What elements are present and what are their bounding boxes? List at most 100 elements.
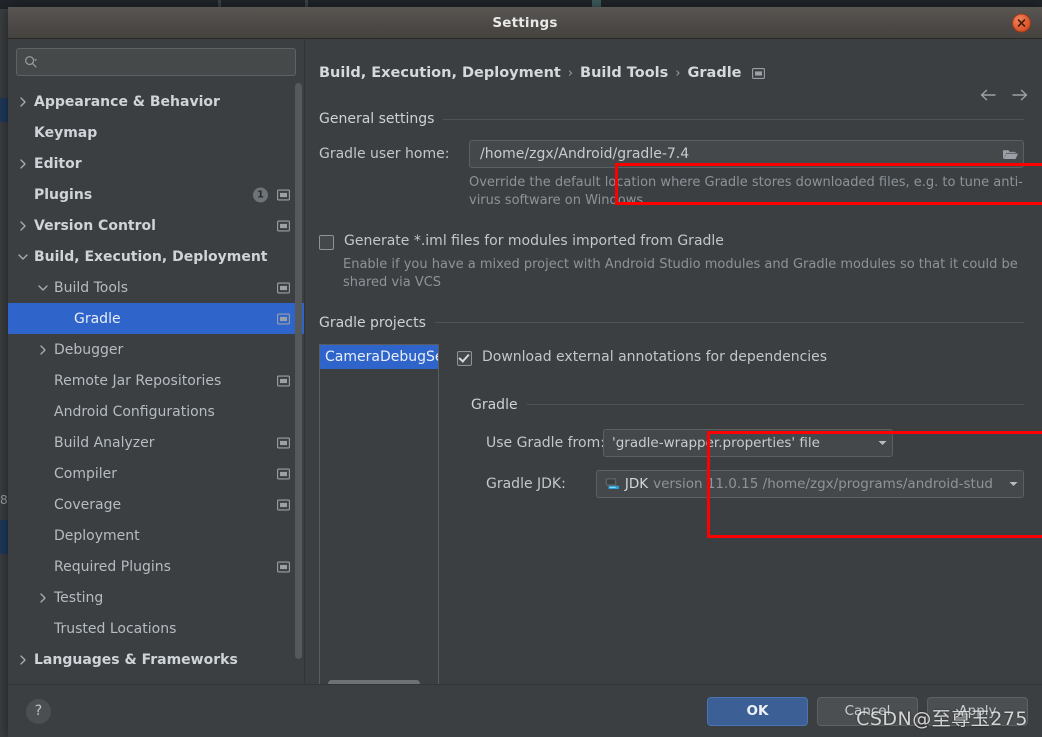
chevron-right-icon[interactable] <box>16 653 30 667</box>
jdk-icon <box>605 478 619 490</box>
sidebar-item-deployment[interactable]: Deployment <box>8 520 304 551</box>
sidebar-scrollbar[interactable] <box>295 83 302 659</box>
chevron-right-icon[interactable] <box>36 591 50 605</box>
sidebar-item-trusted-locations[interactable]: Trusted Locations <box>8 613 304 644</box>
folder-icon[interactable] <box>1002 147 1019 161</box>
section-divider <box>434 322 1024 324</box>
dialog-titlebar: Settings <box>8 7 1042 39</box>
sidebar-item-plugins[interactable]: Plugins 1 <box>8 179 304 210</box>
sidebar-item-testing[interactable]: Testing <box>8 582 304 613</box>
settings-scope-icon[interactable] <box>277 437 290 448</box>
close-icon[interactable] <box>1012 13 1031 32</box>
settings-content: General settings Gradle user home: Overr… <box>305 89 1042 684</box>
sidebar-item-label: Android Configurations <box>54 403 215 420</box>
sidebar-item-appearance-behavior[interactable]: Appearance & Behavior <box>8 86 304 117</box>
settings-scope-icon[interactable] <box>277 499 290 510</box>
breadcrumb-part-2[interactable]: Gradle <box>687 65 741 81</box>
sidebar-item-required-plugins[interactable]: Required Plugins <box>8 551 304 582</box>
arrow-right-icon[interactable] <box>1011 88 1028 102</box>
chevron-right-icon[interactable] <box>16 157 30 171</box>
gradle-user-home-hint: Override the default location where Grad… <box>469 175 1023 209</box>
settings-scope-icon[interactable] <box>277 375 290 386</box>
cancel-button[interactable]: Cancel <box>817 696 918 726</box>
sidebar-item-label: Appearance & Behavior <box>34 93 220 110</box>
sidebar-item-remote-jar-repositories[interactable]: Remote Jar Repositories <box>8 365 304 396</box>
settings-tree[interactable]: Appearance & Behavior Keymap Editor Plugins… <box>8 84 304 684</box>
settings-scope-icon[interactable] <box>277 189 290 200</box>
footer-buttons: OK Cancel Apply <box>707 696 1028 726</box>
chevron-down-icon <box>1009 481 1018 486</box>
breadcrumb-part-1[interactable]: Build Tools <box>580 65 668 81</box>
sidebar-item-build-execution-deployment[interactable]: Build, Execution, Deployment <box>8 241 304 272</box>
sidebar-item-label: Remote Jar Repositories <box>54 372 222 389</box>
sidebar-item-version-control[interactable]: Version Control <box>8 210 304 241</box>
gradle-jdk-label: Gradle JDK: <box>486 475 566 492</box>
settings-scope-icon[interactable] <box>751 67 765 79</box>
sidebar-item-build-analyzer[interactable]: Build Analyzer <box>8 427 304 458</box>
help-button[interactable]: ? <box>26 698 51 724</box>
use-gradle-from-dropdown[interactable]: 'gradle-wrapper.properties' file <box>603 428 893 457</box>
gradle-subsection-title: Gradle <box>471 396 518 413</box>
breadcrumb-separator: › <box>675 65 681 81</box>
section-divider <box>526 404 1024 406</box>
sidebar-item-build-tools[interactable]: Build Tools <box>8 272 304 303</box>
chevron-right-icon[interactable] <box>36 343 50 357</box>
download-annotations-label: Download external annotations for depend… <box>482 348 828 365</box>
settings-scope-icon[interactable] <box>277 313 290 324</box>
gradle-user-home-label: Gradle user home: <box>319 146 450 162</box>
chevron-right-icon[interactable] <box>16 95 30 109</box>
sidebar-item-coverage[interactable]: Coverage <box>8 489 304 520</box>
gradle-jdk-name: JDK <box>624 475 649 492</box>
sidebar-item-tools[interactable]: Tools <box>8 675 304 685</box>
gradle-user-home-row: Gradle user home: <box>319 140 1024 168</box>
sidebar-item-compiler[interactable]: Compiler <box>8 458 304 489</box>
sidebar-item-keymap[interactable]: Keymap <box>8 117 304 148</box>
gradle-projects-title: Gradle projects <box>319 314 426 331</box>
gradle-jdk-dropdown[interactable]: JDK version 11.0.15 /home/zgx/programs/a… <box>595 469 1024 498</box>
gradle-user-home-field[interactable] <box>469 140 1024 168</box>
sidebar-item-gradle[interactable]: Gradle <box>8 303 304 334</box>
list-item[interactable]: CameraDebugSe <box>320 344 438 369</box>
settings-scope-icon[interactable] <box>277 561 290 572</box>
chevron-down-icon[interactable] <box>16 250 30 264</box>
chevron-right-icon[interactable] <box>16 219 30 233</box>
search-input[interactable] <box>42 53 288 71</box>
settings-scope-icon[interactable] <box>277 220 290 231</box>
section-divider <box>443 118 1024 120</box>
download-annotations-checkbox[interactable] <box>457 350 472 366</box>
sidebar-item-label: Debugger <box>54 341 124 358</box>
breadcrumb-part-0[interactable]: Build, Execution, Deployment <box>319 65 561 81</box>
chevron-down-icon[interactable] <box>36 281 50 295</box>
sidebar-item-debugger[interactable]: Debugger <box>8 334 304 365</box>
gradle-projects-list[interactable]: CameraDebugSe <box>319 343 439 684</box>
sidebar-item-label: Editor <box>34 155 82 172</box>
apply-button[interactable]: Apply <box>927 696 1028 726</box>
sidebar-item-label: Build Analyzer <box>54 434 155 451</box>
search-box[interactable] <box>16 48 296 76</box>
use-gradle-from-label: Use Gradle from: <box>486 434 605 451</box>
general-settings-header: General settings <box>319 111 1024 127</box>
sidebar-item-label: Build, Execution, Deployment <box>34 248 268 265</box>
sidebar-item-android-configurations[interactable]: Android Configurations <box>8 396 304 427</box>
sidebar-item-label: Gradle <box>74 310 121 327</box>
dialog-footer: ? OK Cancel Apply CSDN@至尊玉275 <box>8 684 1042 737</box>
breadcrumb: Build, Execution, Deployment › Build Too… <box>305 39 1042 89</box>
gradle-project-detail: Download external annotations for depend… <box>439 344 1024 684</box>
sidebar-item-languages-frameworks[interactable]: Languages & Frameworks <box>8 644 304 675</box>
use-gradle-from-row: Use Gradle from: 'gradle-wrapper.propert… <box>486 428 1024 457</box>
sidebar-item-editor[interactable]: Editor <box>8 148 304 179</box>
arrow-left-icon[interactable] <box>980 88 997 102</box>
use-gradle-from-value: 'gradle-wrapper.properties' file <box>612 434 820 451</box>
ok-button[interactable]: OK <box>707 696 808 726</box>
generate-iml-row: Generate *.iml files for modules importe… <box>319 233 1024 250</box>
settings-scope-icon[interactable] <box>277 282 290 293</box>
settings-scope-icon[interactable] <box>277 468 290 479</box>
breadcrumb-separator: › <box>567 65 574 81</box>
gradle-user-home-input[interactable] <box>478 145 998 163</box>
general-settings-title: General settings <box>319 111 435 127</box>
generate-iml-checkbox[interactable] <box>319 234 334 250</box>
